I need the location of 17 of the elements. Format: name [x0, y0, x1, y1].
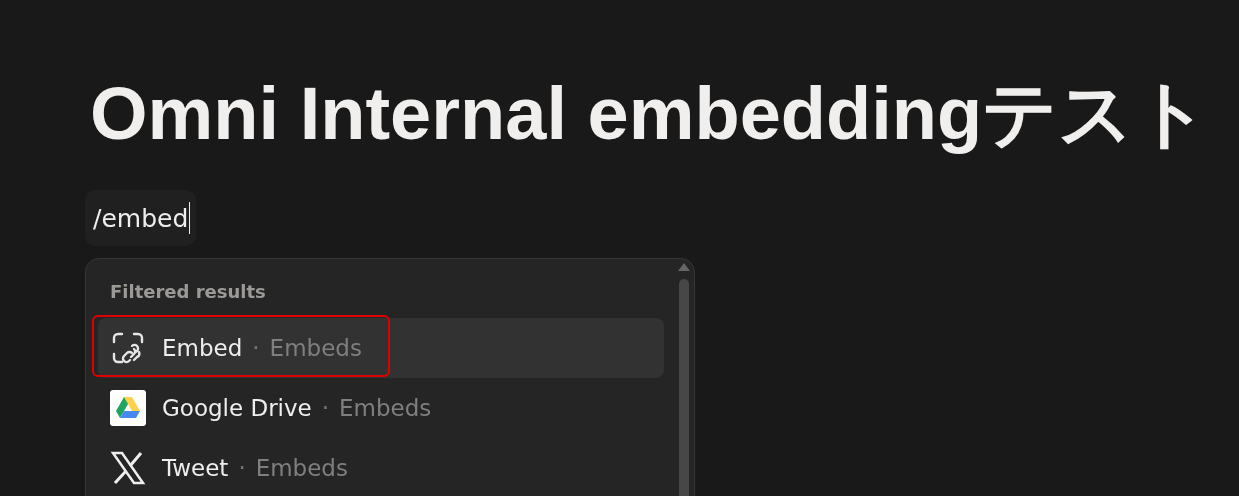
separator-dot: ·	[238, 455, 246, 481]
link-frame-icon	[110, 330, 146, 366]
separator-dot: ·	[321, 395, 330, 421]
separator-dot: ·	[252, 335, 260, 361]
item-category: Embeds	[255, 455, 348, 481]
item-category: Embeds	[269, 335, 362, 361]
menu-item[interactable]: Google Drive · Embeds	[98, 378, 664, 438]
x-logo-icon	[110, 450, 146, 486]
item-label: Embed	[162, 335, 243, 361]
command-field[interactable]: /embed	[85, 190, 197, 246]
page-title: Omni Internal embeddingテスト	[90, 71, 1212, 157]
item-label: Tweet	[162, 455, 229, 481]
item-label: Google Drive	[162, 395, 312, 421]
menu-item[interactable]: Tweet · Embeds	[98, 438, 664, 496]
item-category: Embeds	[339, 395, 432, 421]
menu-heading: Filtered results	[109, 280, 267, 304]
scrollbar[interactable]	[678, 263, 690, 496]
